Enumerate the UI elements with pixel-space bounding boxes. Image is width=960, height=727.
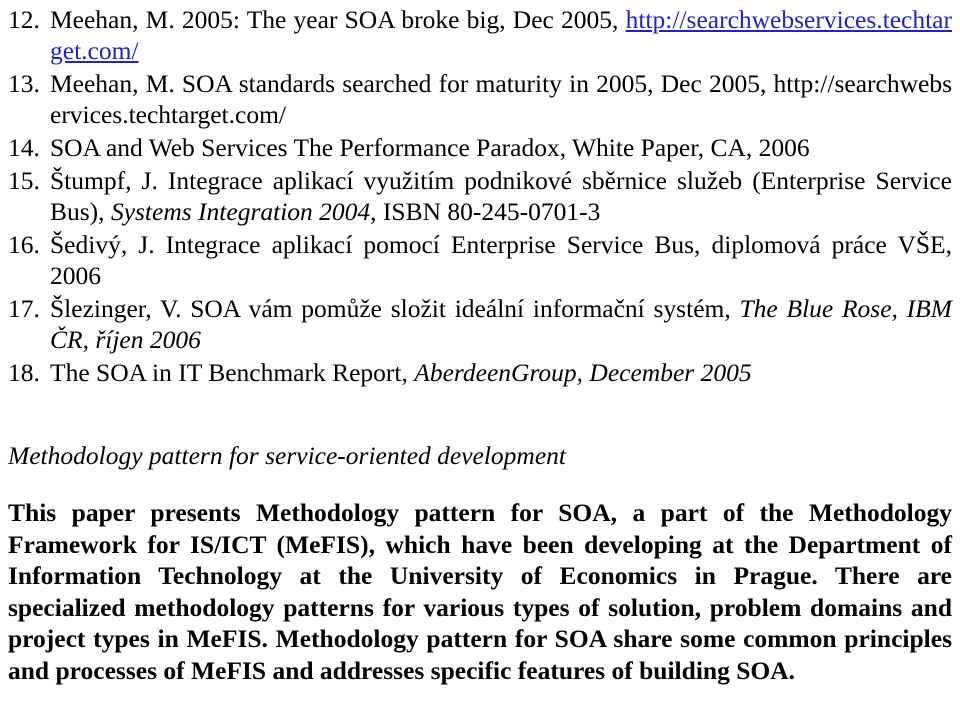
reference-item-12: 12. Meehan, M. 2005: The year SOA broke … bbox=[8, 4, 952, 66]
reference-text-part: Šlezinger, V. SOA vám pomůže složit ideá… bbox=[50, 294, 740, 323]
reference-text: Meehan, M. SOA standards searched for ma… bbox=[50, 68, 952, 130]
abstract-section: Methodology pattern for service-oriented… bbox=[8, 440, 952, 686]
reference-item-17: 17. Šlezinger, V. SOA vám pomůže složit … bbox=[8, 293, 952, 355]
reference-number: 17. bbox=[8, 294, 40, 323]
reference-text-part: The SOA in IT Benchmark Report, bbox=[50, 358, 415, 387]
reference-text: Šlezinger, V. SOA vám pomůže složit ideá… bbox=[50, 293, 952, 355]
reference-number: 15. bbox=[8, 166, 40, 195]
reference-item-15: 15. Štumpf, J. Integrace aplikací využit… bbox=[8, 165, 952, 227]
reference-number: 16. bbox=[8, 230, 40, 259]
reference-list: 12. Meehan, M. 2005: The year SOA broke … bbox=[8, 4, 952, 388]
reference-text: The SOA in IT Benchmark Report, Aberdeen… bbox=[50, 357, 952, 388]
abstract-title: Methodology pattern for service-oriented… bbox=[8, 441, 566, 470]
reference-text-part: Šedivý, J. Integrace aplikací pomocí Ent… bbox=[50, 230, 952, 290]
reference-text-part: Meehan, M. SOA standards searched for ma… bbox=[50, 69, 774, 98]
reference-item-18: 18. The SOA in IT Benchmark Report, Aber… bbox=[8, 357, 952, 388]
reference-text: Štumpf, J. Integrace aplikací využitím p… bbox=[50, 165, 952, 227]
reference-source-title: Systems Integration 2004 bbox=[110, 197, 371, 226]
reference-text: Meehan, M. 2005: The year SOA broke big,… bbox=[50, 4, 952, 66]
reference-number: 13. bbox=[8, 69, 40, 98]
reference-source-title: AberdeenGroup, December 2005 bbox=[414, 358, 752, 387]
document-page: 12. Meehan, M. 2005: The year SOA broke … bbox=[0, 0, 960, 727]
reference-item-14: 14. SOA and Web Services The Performance… bbox=[8, 132, 952, 163]
abstract-body: This paper presents Methodology pattern … bbox=[8, 498, 952, 685]
reference-text: Šedivý, J. Integrace aplikací pomocí Ent… bbox=[50, 229, 952, 291]
reference-item-13: 13. Meehan, M. SOA standards searched fo… bbox=[8, 68, 952, 130]
reference-isbn: , ISBN 80-245-0701-3 bbox=[370, 197, 601, 226]
reference-item-16: 16. Šedivý, J. Integrace aplikací pomocí… bbox=[8, 229, 952, 291]
reference-number: 14. bbox=[8, 133, 40, 162]
reference-text: SOA and Web Services The Performance Par… bbox=[50, 132, 952, 163]
reference-number: 18. bbox=[8, 358, 40, 387]
reference-text-part: Meehan, M. 2005: The year SOA broke big,… bbox=[50, 5, 626, 34]
reference-number: 12. bbox=[8, 5, 40, 34]
reference-text-part: SOA and Web Services The Performance Par… bbox=[50, 133, 810, 162]
